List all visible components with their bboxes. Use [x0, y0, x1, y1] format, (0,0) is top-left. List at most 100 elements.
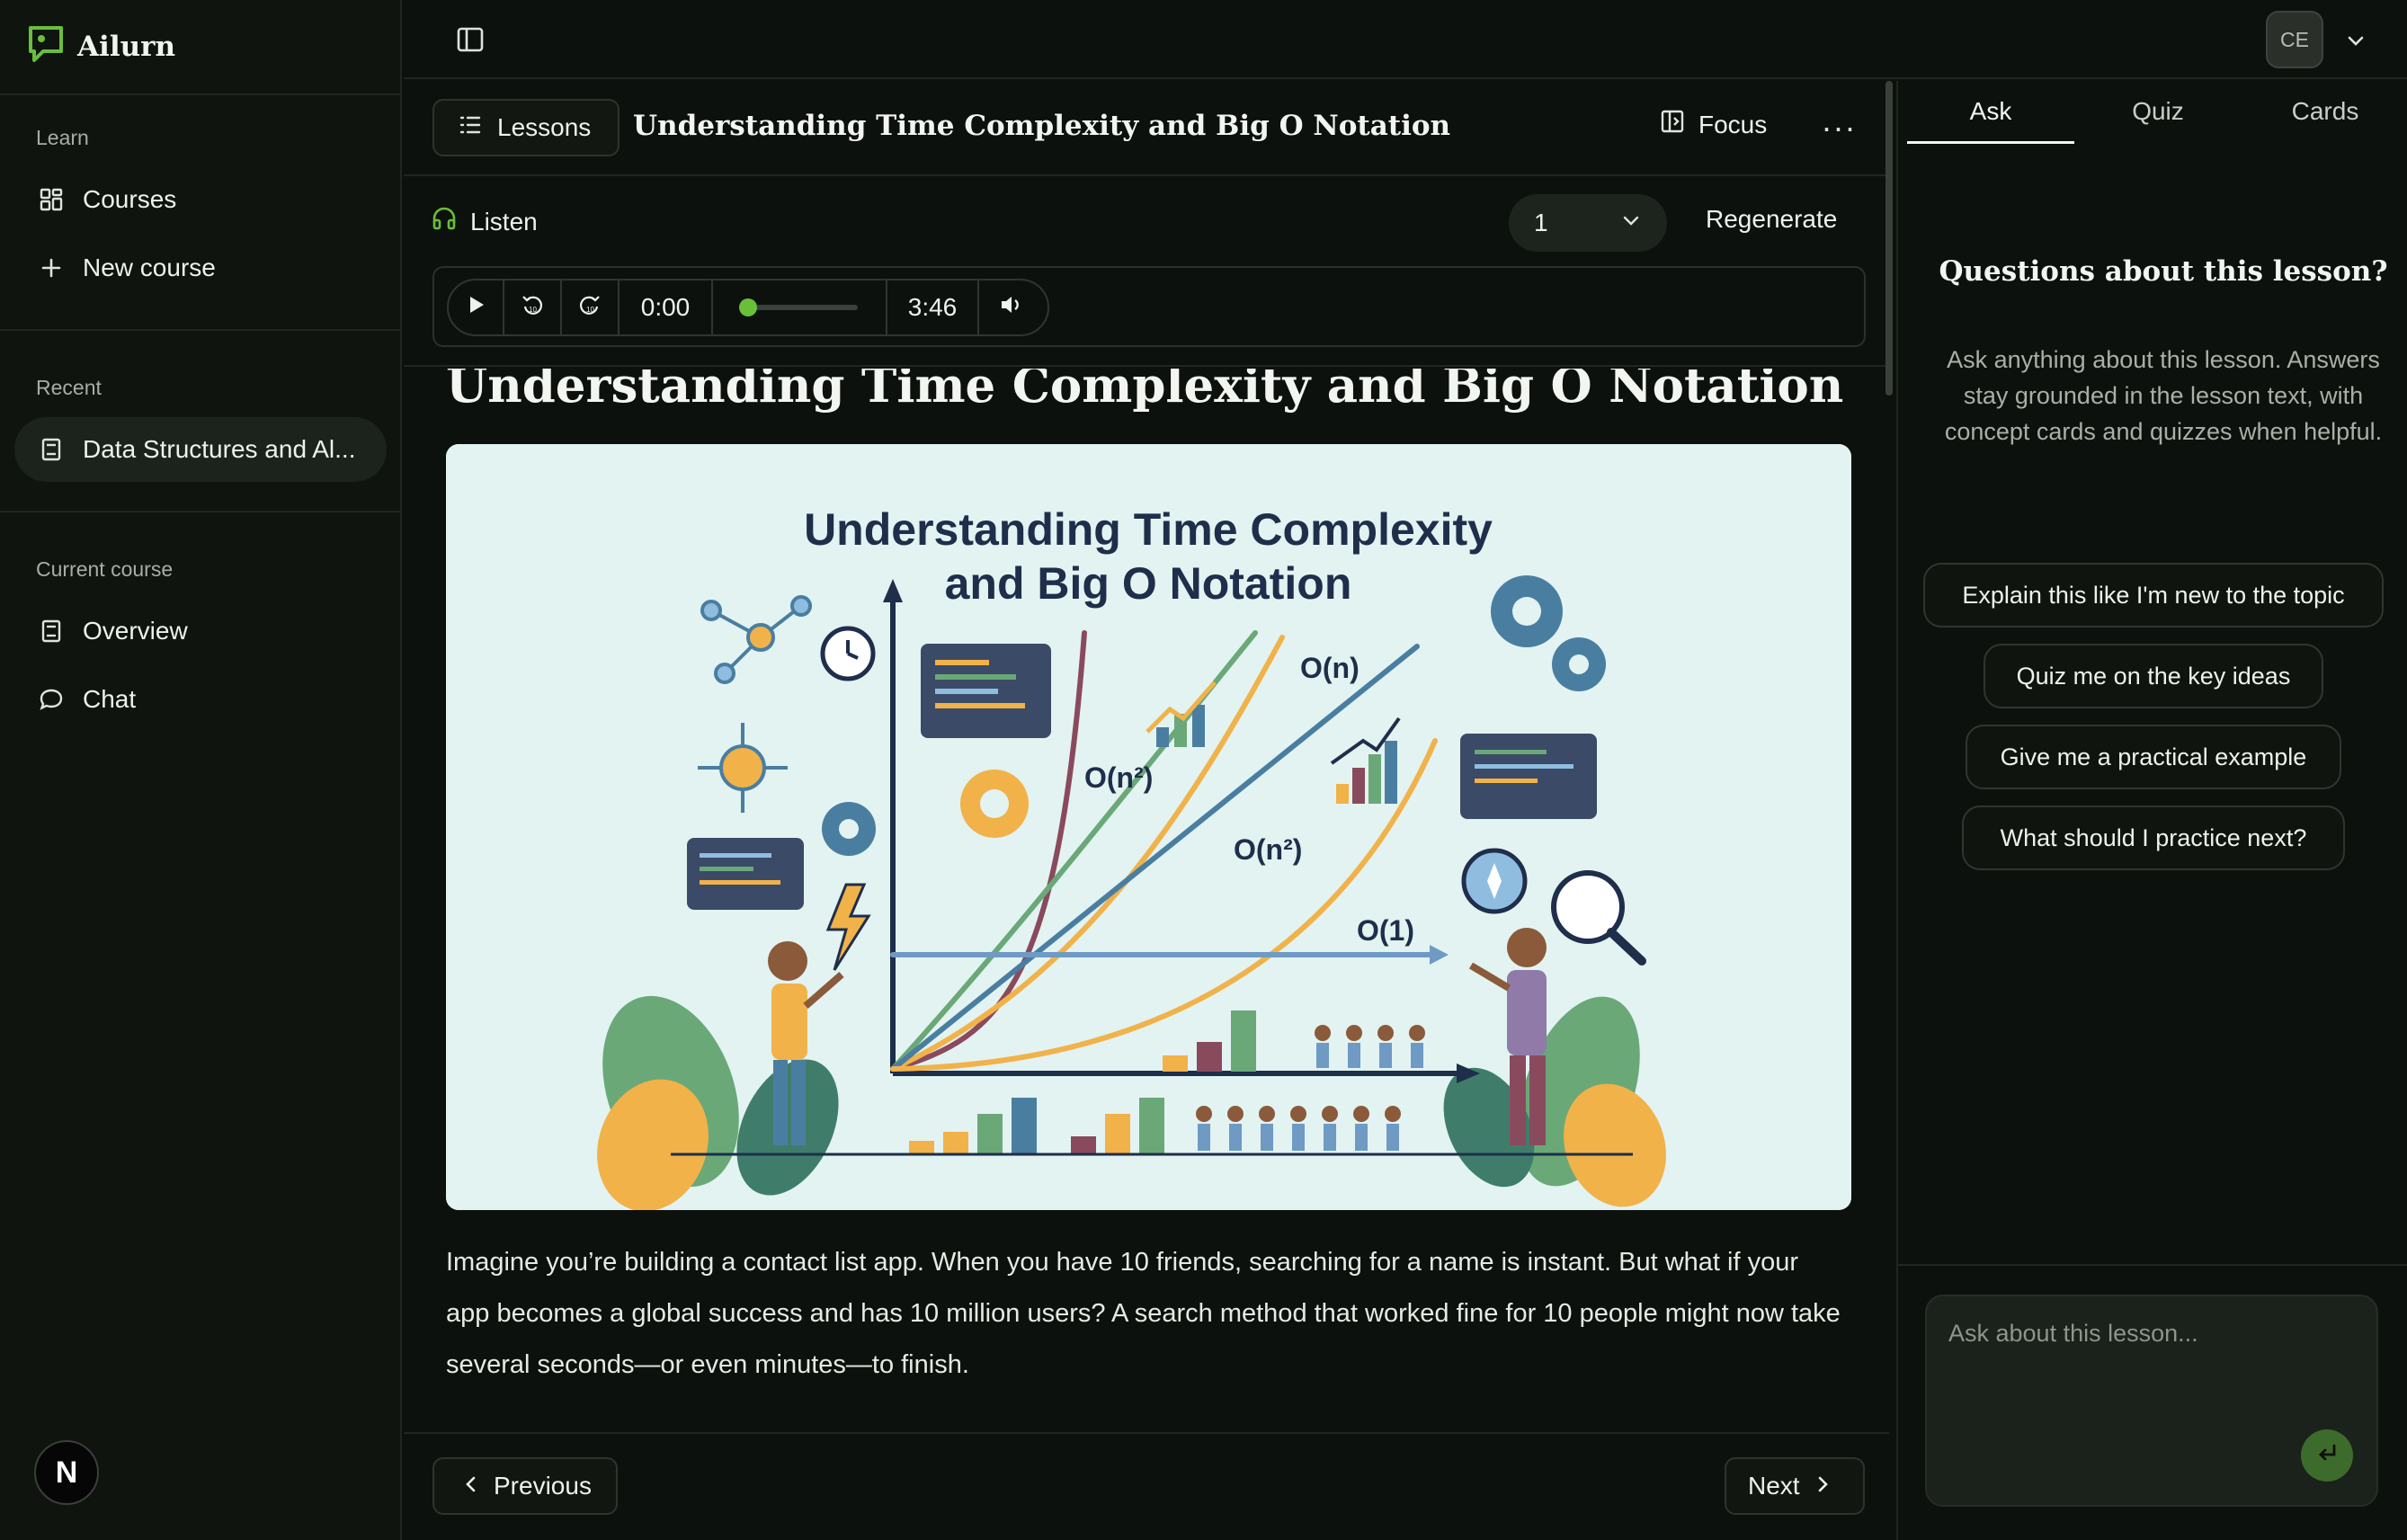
svg-text:10: 10 — [586, 306, 594, 314]
divider — [1898, 1264, 2407, 1266]
regenerate-button[interactable]: Regenerate — [1706, 205, 1837, 234]
audio-player-container: 10 10 0:00 3:46 — [432, 266, 1866, 347]
suggestion-chip[interactable]: Quiz me on the key ideas — [1984, 644, 2323, 708]
sidebar-item-chat[interactable]: Chat — [14, 667, 387, 732]
voice-select-value: 1 — [1534, 209, 1548, 236]
plus-icon — [38, 254, 65, 281]
volume-button[interactable] — [979, 280, 1042, 334]
content-heading: Understanding Time Complexity and Big O … — [446, 369, 1844, 414]
play-button[interactable] — [449, 280, 504, 334]
sidebar-item-overview[interactable]: Overview — [14, 599, 387, 663]
ask-subtext: Ask anything about this lesson. Answers … — [1944, 346, 2383, 445]
sidebar-item-new-course[interactable]: New course — [14, 236, 387, 300]
ask-input[interactable]: Ask about this lesson... — [1925, 1295, 2378, 1507]
chat-icon — [38, 686, 65, 713]
focus-icon — [1659, 108, 1686, 141]
current-time: 0:00 — [620, 280, 713, 334]
dev-badge[interactable]: N — [34, 1440, 99, 1505]
assistant-tabs: Ask Quiz Cards — [1907, 81, 2407, 144]
sidebar-item-label: Overview — [83, 617, 188, 645]
listen-label: Listen — [470, 207, 538, 236]
focus-label: Focus — [1698, 110, 1768, 138]
ask-input-placeholder: Ask about this lesson... — [1948, 1320, 2198, 1347]
sidebar-item-label: Courses — [83, 185, 177, 213]
tab-cards[interactable]: Cards — [2242, 81, 2407, 144]
forward-10-icon: 10 — [577, 292, 602, 324]
chevron-left-icon — [461, 1472, 481, 1500]
label-o-n2-a: O(n²) — [1084, 761, 1153, 794]
lesson-paragraph: Imagine you’re building a contact list a… — [446, 1248, 1841, 1379]
sidebar-item-label: Chat — [83, 685, 137, 713]
tab-ask[interactable]: Ask — [1907, 81, 2074, 144]
gear-icon — [1491, 575, 1563, 647]
hero-svg: Understanding Time Complexity and Big O … — [446, 444, 1851, 1210]
svg-text:10: 10 — [529, 306, 537, 314]
code-panel-icon — [687, 838, 804, 910]
more-options-button[interactable]: ··· — [1821, 109, 1857, 146]
previous-button[interactable]: Previous — [432, 1457, 618, 1515]
logo-icon — [27, 24, 65, 70]
book-icon — [38, 618, 65, 645]
brand-name: Ailurn — [77, 31, 176, 63]
listen-label-group: Listen — [431, 205, 538, 238]
compass-icon — [1461, 848, 1528, 914]
gear-icon — [822, 802, 876, 856]
content-scrollbar[interactable] — [1885, 81, 1893, 396]
sidebar-item-courses[interactable]: Courses — [14, 167, 387, 232]
avatar[interactable]: CE — [2266, 11, 2323, 68]
enter-icon — [2314, 1440, 2340, 1472]
list-icon — [458, 112, 483, 144]
sidebar: Ailurn Learn Courses New course Recent D… — [0, 0, 402, 1540]
clock-icon — [820, 626, 876, 681]
progress-track[interactable] — [739, 298, 858, 316]
next-label: Next — [1748, 1472, 1800, 1500]
lesson-header: Lessons Understanding Time Complexity an… — [404, 81, 1889, 176]
code-panel-icon — [1460, 734, 1597, 819]
label-o-1: O(1) — [1357, 914, 1414, 947]
headphones-icon — [431, 205, 458, 238]
hero-title-line2: and Big O Notation — [945, 558, 1352, 609]
progress-slider[interactable] — [713, 280, 887, 334]
sidebar-item-label: Data Structures and Al... — [83, 435, 356, 463]
lessons-label: Lessons — [497, 113, 592, 141]
section-current-course-label: Current course — [36, 557, 174, 581]
section-recent-label: Recent — [36, 376, 102, 399]
suggestion-chip[interactable]: Explain this like I'm new to the topic — [1923, 563, 2384, 628]
gear-icon — [960, 770, 1029, 838]
top-bar: CE — [404, 0, 2407, 79]
book-icon — [38, 436, 65, 463]
ask-heading: Questions about this lesson? — [1939, 255, 2388, 288]
audio-player: 10 10 0:00 3:46 — [447, 279, 1049, 336]
chevron-right-icon — [1813, 1472, 1832, 1500]
tab-quiz[interactable]: Quiz — [2074, 81, 2242, 144]
lessons-button[interactable]: Lessons — [432, 99, 620, 156]
lesson-navigation: Previous Next — [404, 1432, 1889, 1540]
listen-section: Listen 1 Regenerate 10 10 0:00 3:46 — [404, 178, 1889, 367]
divider — [0, 329, 402, 331]
label-o-n2-b: O(n²) — [1234, 833, 1302, 866]
suggestion-chip[interactable]: What should I practice next? — [1962, 806, 2345, 870]
divider — [0, 93, 402, 95]
assistant-panel: Ask Quiz Cards Questions about this less… — [1896, 81, 2407, 1540]
sidebar-item-recent-course[interactable]: Data Structures and Al... — [14, 417, 387, 482]
rewind-10-icon: 10 — [520, 292, 545, 324]
suggestion-chip[interactable]: Give me a practical example — [1966, 725, 2341, 789]
volume-icon — [998, 292, 1023, 324]
label-o-n: O(n) — [1300, 652, 1360, 684]
brand[interactable]: Ailurn — [27, 25, 175, 68]
chevron-down-icon[interactable] — [2344, 29, 2367, 52]
progress-knob[interactable] — [739, 298, 757, 316]
sidebar-toggle-icon[interactable] — [454, 23, 486, 56]
rewind-10-button[interactable]: 10 — [504, 280, 562, 334]
focus-button[interactable]: Focus — [1659, 108, 1767, 141]
voice-select[interactable]: 1 — [1509, 194, 1667, 252]
gear-icon — [1552, 637, 1606, 691]
send-button[interactable] — [2301, 1429, 2353, 1482]
code-panel-icon — [921, 644, 1051, 738]
lesson-content: Understanding Time Complexity and Big O … — [404, 369, 1889, 1432]
divider — [0, 511, 402, 512]
chevron-down-icon — [1620, 209, 1642, 237]
previous-label: Previous — [494, 1472, 592, 1500]
forward-10-button[interactable]: 10 — [562, 280, 620, 334]
next-button[interactable]: Next — [1725, 1457, 1865, 1515]
